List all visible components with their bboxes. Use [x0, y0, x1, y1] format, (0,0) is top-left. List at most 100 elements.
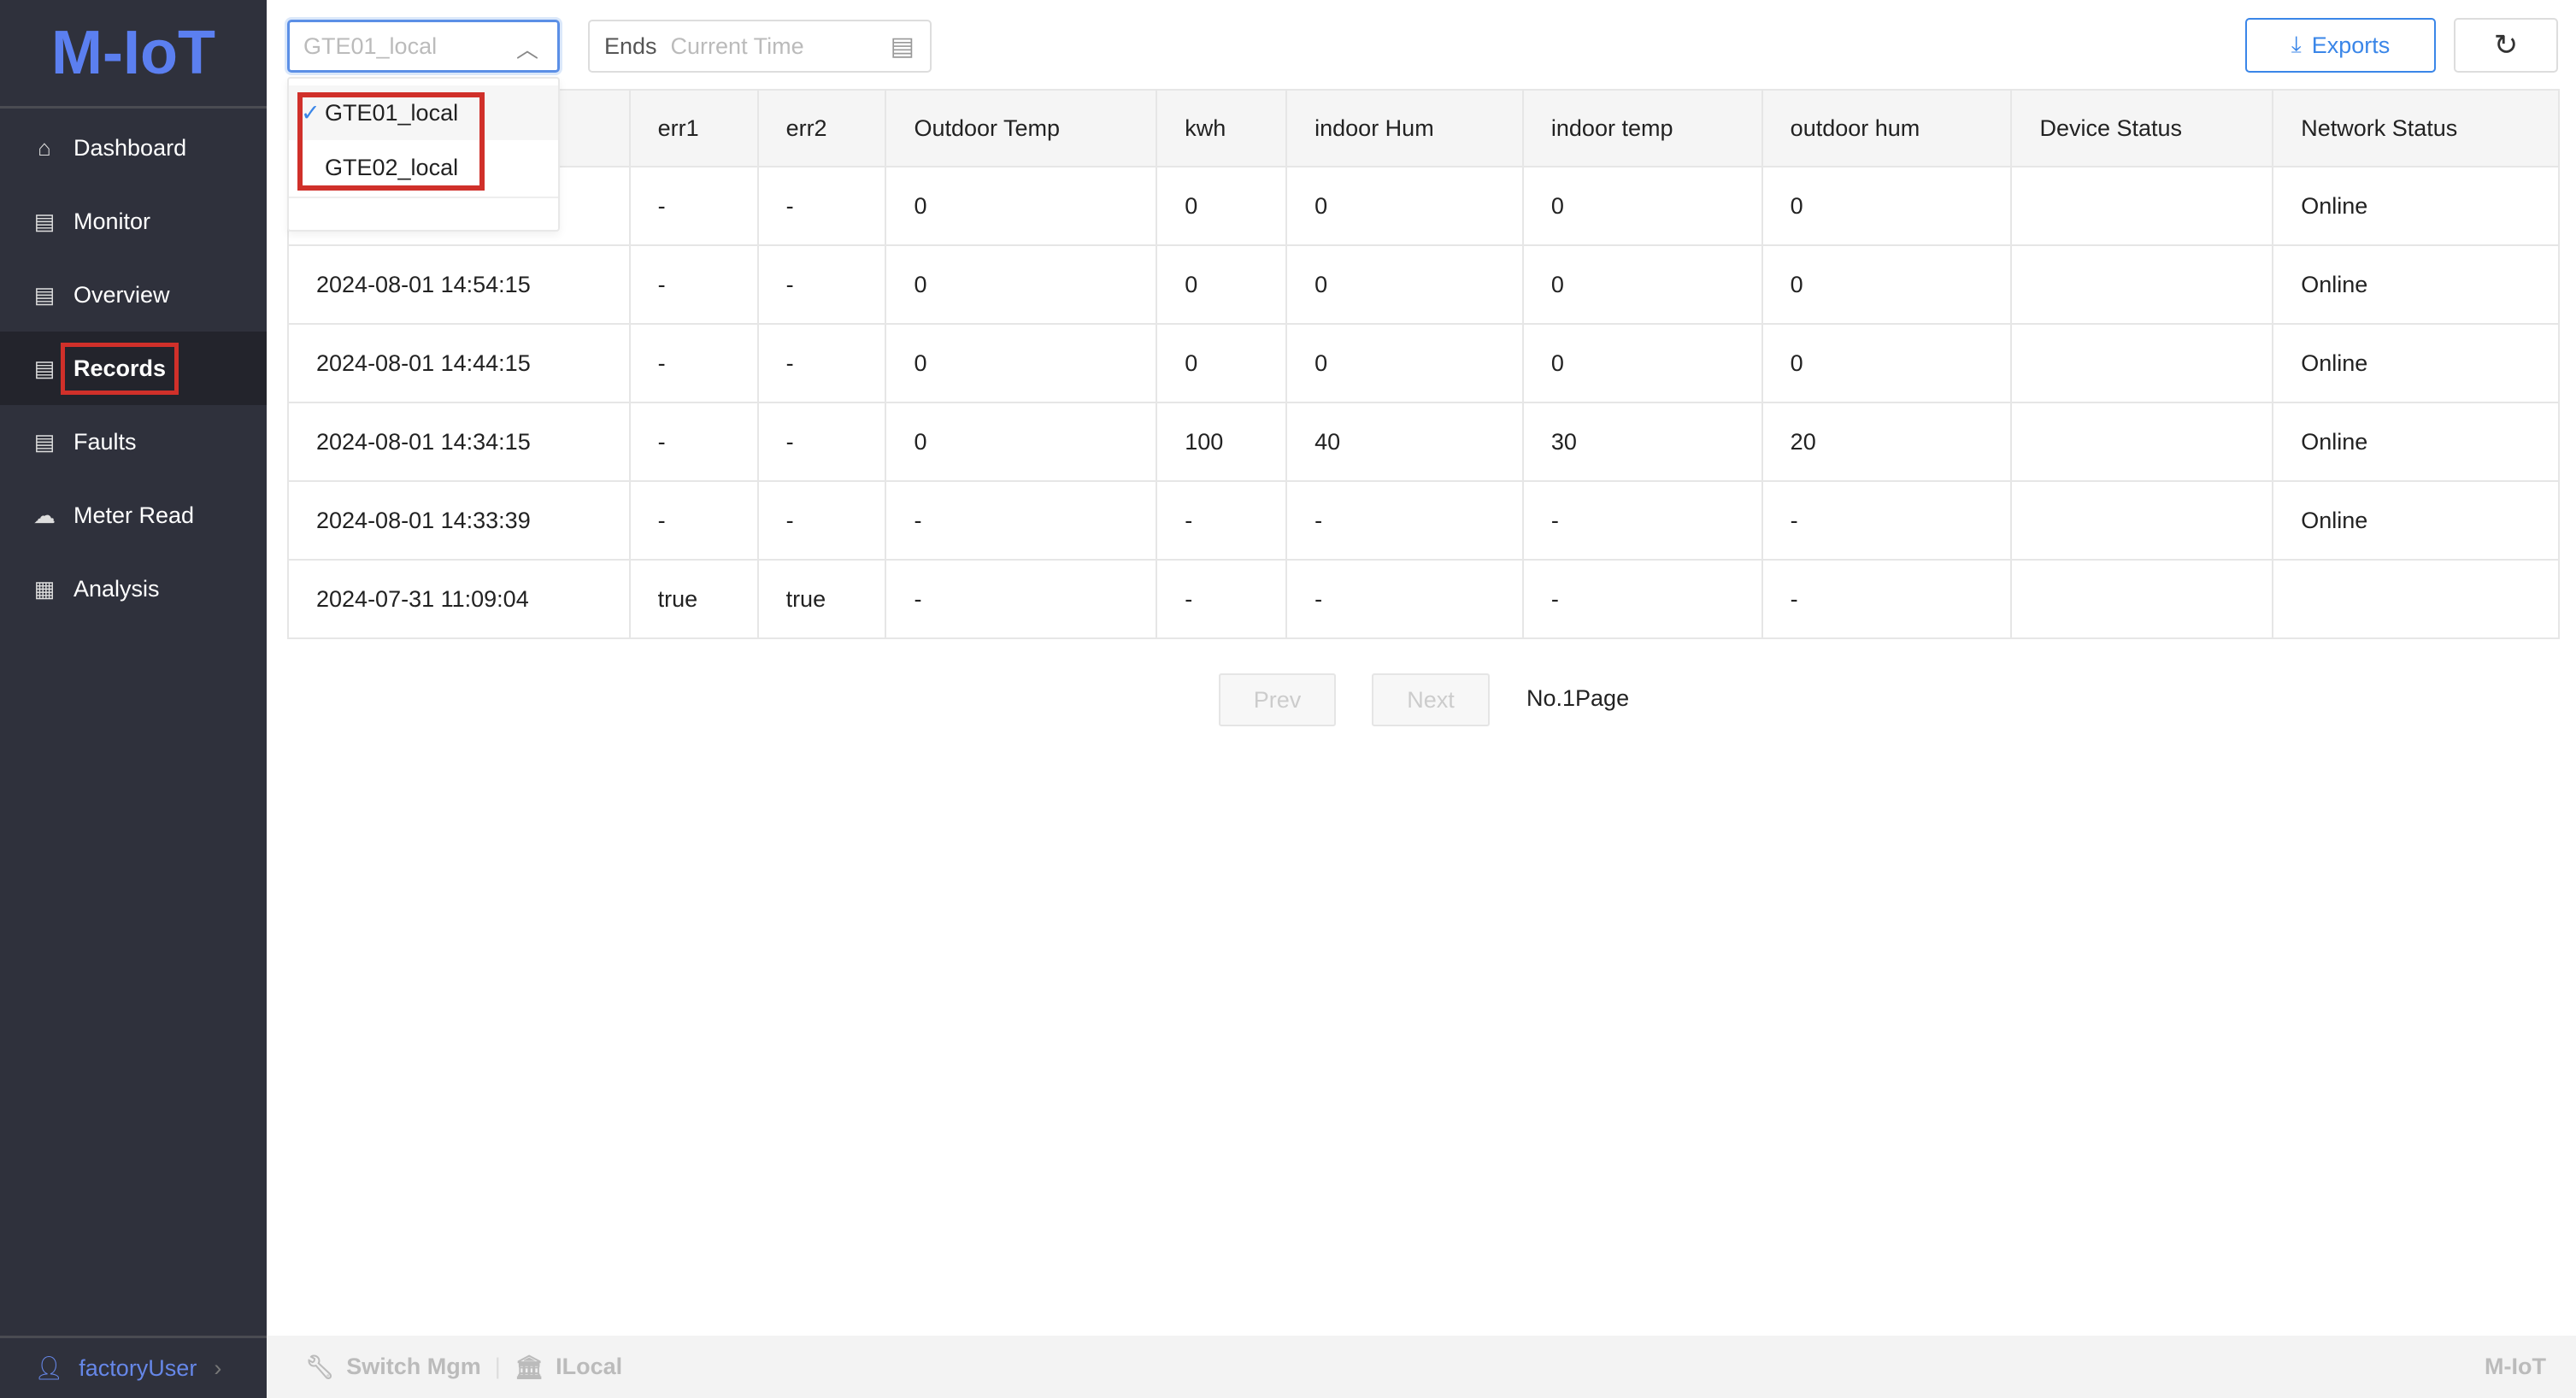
table-cell: 40 [1285, 402, 1524, 482]
table-cell: 0 [885, 166, 1158, 246]
table-cell: - [628, 480, 759, 561]
column-header: Network Status [2272, 89, 2560, 167]
table-cell: - [756, 402, 887, 482]
table-cell: 0 [1521, 166, 1763, 246]
sidebar-item-analysis[interactable]: ▦ Analysis [0, 552, 267, 626]
table-cell [2010, 166, 2274, 246]
wrench-icon: 🔧︎ [305, 1354, 335, 1380]
document-icon: ▤ [33, 428, 56, 455]
table-cell: - [628, 166, 759, 246]
table-cell [2010, 323, 2274, 403]
home-icon: ⌂ [38, 134, 51, 161]
table-cell: - [756, 166, 887, 246]
refresh-button[interactable]: ↻ [2454, 18, 2558, 73]
sidebar-item-meter-read[interactable]: ☁ Meter Read [0, 479, 267, 552]
prev-button[interactable]: Prev [1219, 673, 1336, 726]
column-header: err1 [628, 89, 759, 167]
table-cell: Online [2272, 166, 2560, 246]
sidebar-item-label: Monitor [74, 208, 151, 234]
table-cell: Online [2272, 402, 2560, 482]
sidebar-item-label: Faults [74, 428, 137, 455]
table-cell: - [1156, 559, 1288, 639]
sidebar-item-label: Overview [74, 281, 170, 308]
bank-icon: 🏛︎ [514, 1354, 544, 1380]
sidebar-item-label: Meter Read [74, 502, 195, 528]
next-button[interactable]: Next [1372, 673, 1490, 726]
table-cell: - [1761, 480, 2013, 561]
switch-mgm-link[interactable]: Switch Mgm [346, 1354, 481, 1380]
table-cell: - [885, 480, 1158, 561]
table-cell: 0 [1521, 323, 1763, 403]
table-cell: - [1285, 559, 1524, 639]
table-cell: - [1521, 559, 1763, 639]
table-cell: 0 [1761, 244, 2013, 325]
sidebar-item-label: Dashboard [74, 134, 187, 161]
sidebar-item-monitor[interactable]: ▤ Monitor [0, 185, 267, 258]
table-cell: - [628, 323, 759, 403]
logo: M-IoT [0, 0, 267, 109]
column-header: outdoor hum [1761, 89, 2013, 167]
table-cell: true [628, 559, 759, 639]
user-menu[interactable]: 👤︎ factoryUser › [0, 1336, 267, 1398]
table-cell: 0 [1521, 244, 1763, 325]
highlight-box [297, 92, 485, 191]
table-cell: 0 [1156, 323, 1288, 403]
table-cell: 2024-07-31 11:09:04 [287, 559, 631, 639]
table-cell: Online [2272, 323, 2560, 403]
table-row: 2024-08-01 14:33:39- - - - - - - Online [287, 480, 2560, 561]
records-table: err1 err2 Outdoor Temp kwh indoor Hum indoor … [287, 89, 2560, 639]
exports-label: Exports [2311, 32, 2391, 58]
cloud-download-icon: ☁ [33, 502, 56, 528]
table-cell: 0 [1761, 323, 2013, 403]
username: factoryUser [79, 1354, 197, 1381]
table-cell: 2024-08-01 14:54:15 [287, 244, 631, 325]
table-cell: true [756, 559, 887, 639]
table-cell: - [1285, 480, 1524, 561]
exports-button[interactable]: ⤓ Exports [2245, 18, 2436, 73]
table-cell: Online [2272, 480, 2560, 561]
page-indicator: No.1Page [1526, 685, 1630, 711]
document-icon: ▤ [33, 355, 56, 381]
table-cell [2272, 559, 2560, 639]
table-cell: 0 [1156, 166, 1288, 246]
refresh-icon: ↻ [2493, 29, 2519, 62]
column-header: Outdoor Temp [885, 89, 1158, 167]
sidebar: M-IoT ⌂ Dashboard ▤ Monitor ▤ Overview ▤ Record… [0, 0, 267, 1398]
table-row: 2024-08-01 14:34:15- -0 100 40 30 20 Online [287, 402, 2560, 482]
table-cell: 100 [1156, 402, 1288, 482]
calendar-icon: ▤ [890, 32, 915, 61]
download-icon: ⤓ [2291, 32, 2302, 57]
device-select-value: GTE01_local [303, 32, 438, 59]
sidebar-item-label: Records [60, 342, 179, 395]
table-cell [2010, 244, 2274, 325]
table-cell: 0 [1761, 166, 2013, 246]
user-icon: 👤︎ [34, 1355, 64, 1381]
chevron-up-icon: ︿ [515, 37, 538, 62]
table-cell: - [885, 559, 1158, 639]
sidebar-item-faults[interactable]: ▤ Faults [0, 405, 267, 479]
table-cell: 0 [1285, 166, 1524, 246]
table-cell [2010, 402, 2274, 482]
footer: 🔧︎ Switch Mgm | 🏛︎ ILocal M-IoT [267, 1336, 2576, 1398]
sidebar-item-overview[interactable]: ▤ Overview [0, 258, 267, 332]
column-header: kwh [1156, 89, 1288, 167]
table-cell: 0 [885, 402, 1158, 482]
local-link[interactable]: ILocal [556, 1354, 622, 1380]
sidebar-item-label: Analysis [74, 575, 160, 602]
sidebar-item-records[interactable]: ▤ Records [0, 332, 267, 405]
table-row: 2024-07-31 11:09:04 true true - - - - - [287, 559, 2560, 639]
table-cell: 0 [1285, 323, 1524, 403]
end-time-picker[interactable]: Ends Current Time ▤ [588, 20, 932, 73]
column-header: Device Status [2010, 89, 2274, 167]
sidebar-item-dashboard[interactable]: ⌂ Dashboard [0, 111, 267, 185]
device-select[interactable]: GTE01_local ︿ [287, 20, 560, 73]
grid-icon: ▦ [33, 575, 56, 602]
table-cell [2010, 480, 2274, 561]
table-row: 2024-08-01 14:44:15- -0 0 0 0 0 Online [287, 323, 2560, 403]
table-cell: - [756, 244, 887, 325]
table-cell: - [1521, 480, 1763, 561]
table-row: 2024-08-01 14:54:15- -0 0 0 0 0 Online [287, 244, 2560, 325]
table-cell: Online [2272, 244, 2560, 325]
table-cell: 0 [1156, 244, 1288, 325]
table-cell: - [628, 244, 759, 325]
